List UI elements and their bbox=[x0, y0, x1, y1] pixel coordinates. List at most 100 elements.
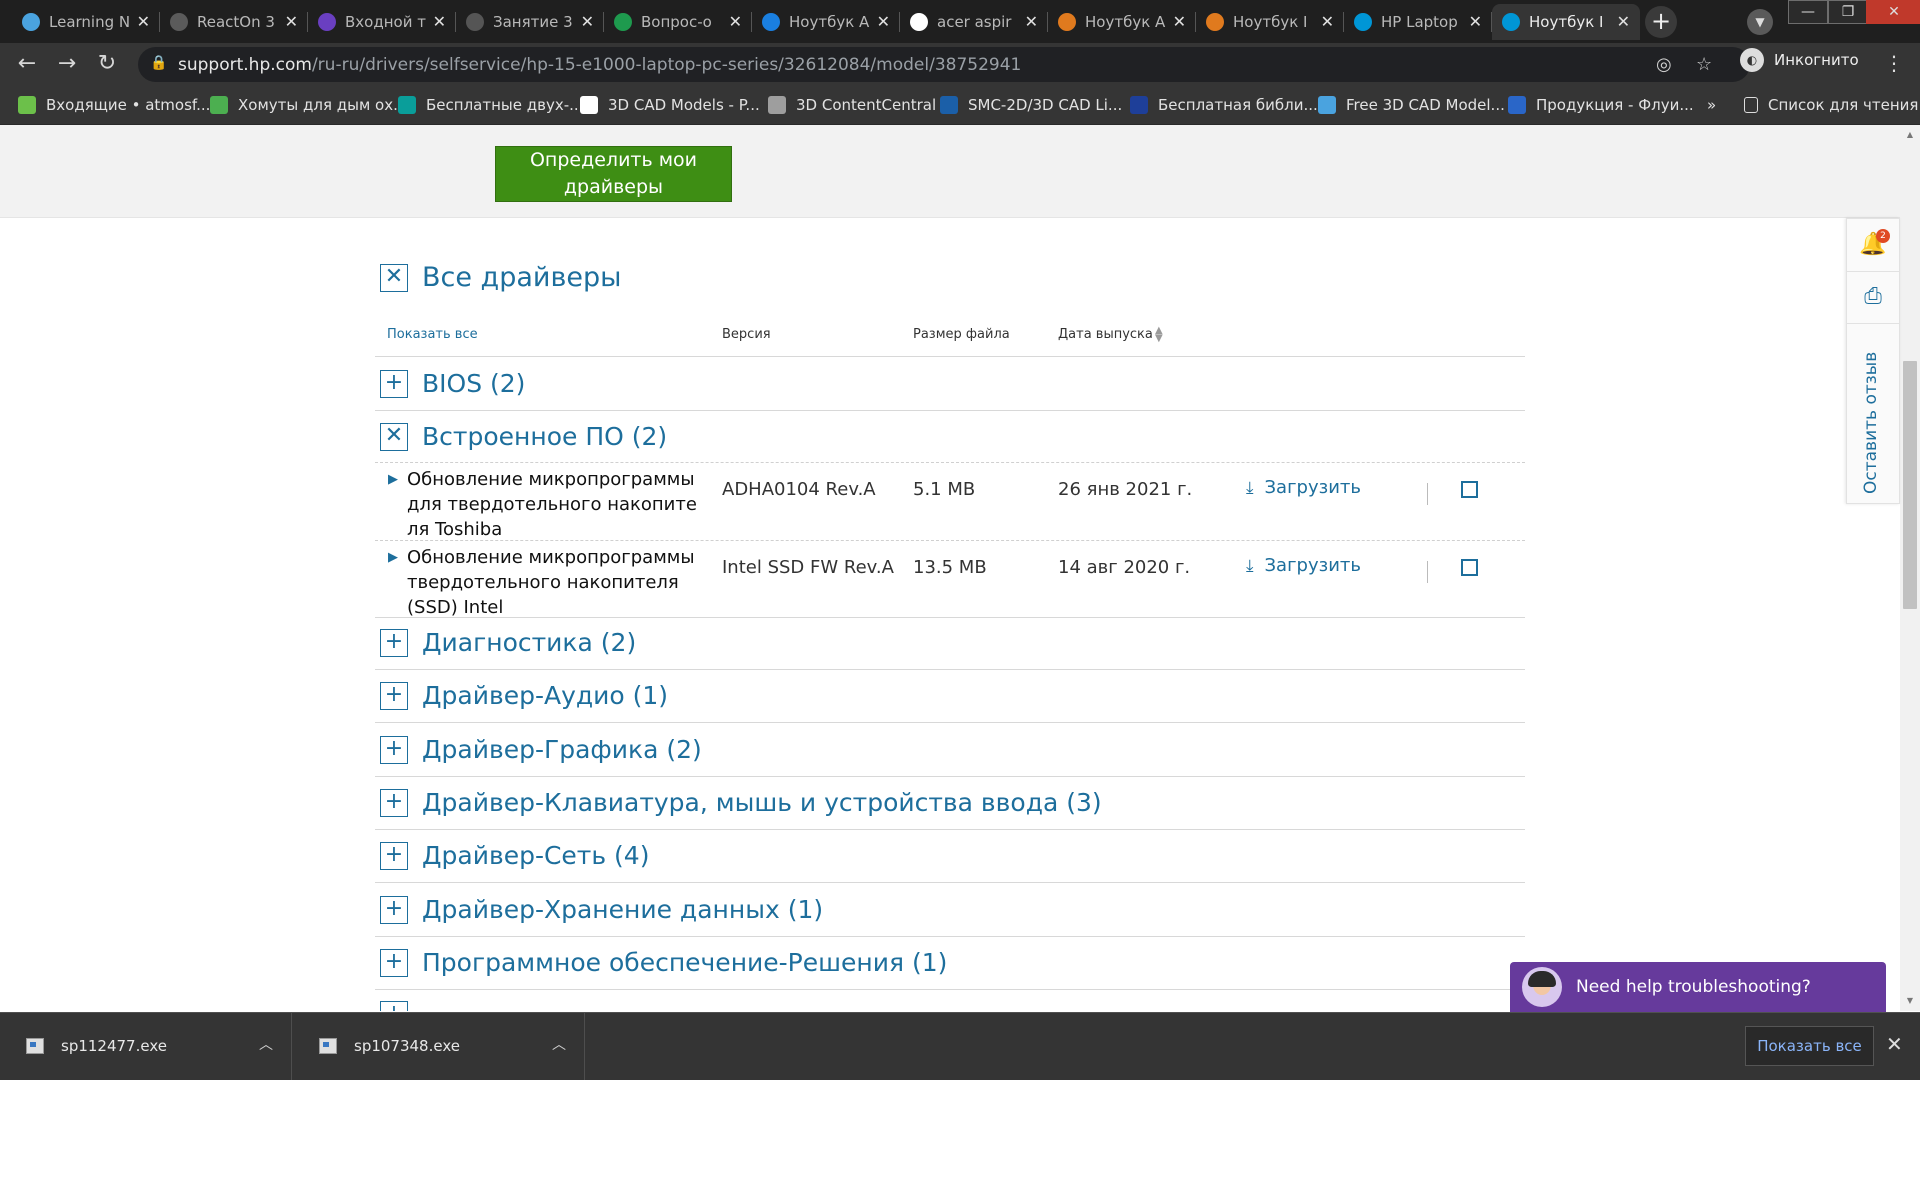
tab-10[interactable]: HP Laptop ✕ bbox=[1344, 4, 1492, 40]
download-item[interactable]: sp112477.exe ︿ bbox=[0, 1013, 292, 1080]
close-tab-icon[interactable]: ✕ bbox=[581, 12, 594, 31]
incognito-icon: ◐ bbox=[1740, 48, 1764, 72]
new-tab-button[interactable]: + bbox=[1645, 6, 1677, 38]
all-drivers-header[interactable]: ✕ Все драйверы bbox=[380, 262, 621, 293]
expand-triangle-icon[interactable]: ▶ bbox=[388, 550, 398, 565]
expand-triangle-icon[interactable]: ▶ bbox=[388, 472, 398, 487]
tab-6[interactable]: Ноутбук A ✕ bbox=[752, 4, 900, 40]
category-row-partial[interactable]: + bbox=[380, 1001, 408, 1011]
print-button[interactable]: ⎙ bbox=[1847, 271, 1899, 324]
select-checkbox[interactable] bbox=[1461, 559, 1478, 576]
bookmark-item[interactable]: Бесплатные двух-... bbox=[398, 95, 583, 115]
tab-2[interactable]: ReactOn 3 ✕ bbox=[160, 4, 308, 40]
reading-list-button[interactable]: Список для чтения bbox=[1744, 95, 1918, 115]
address-bar[interactable]: 🔒 support.hp.com/ru-ru/drivers/selfservi… bbox=[138, 47, 1750, 82]
minimize-button[interactable]: — bbox=[1788, 0, 1828, 24]
close-tab-icon[interactable]: ✕ bbox=[1617, 12, 1630, 31]
close-download-bar-icon[interactable]: ✕ bbox=[1886, 1032, 1903, 1056]
notifications-button[interactable]: 🔔 2 bbox=[1847, 219, 1899, 272]
close-tab-icon[interactable]: ✕ bbox=[137, 12, 150, 31]
scroll-thumb[interactable] bbox=[1903, 361, 1917, 609]
bookmark-item[interactable]: Free 3D CAD Model... bbox=[1318, 95, 1505, 115]
feedback-button[interactable]: Оставить отзыв bbox=[1859, 344, 1887, 494]
expand-icon[interactable]: + bbox=[380, 735, 408, 764]
close-tab-icon[interactable]: ✕ bbox=[1025, 12, 1038, 31]
tab-8[interactable]: Ноутбук A ✕ bbox=[1048, 4, 1196, 40]
collapse-icon[interactable]: ✕ bbox=[380, 422, 408, 451]
incognito-indicator[interactable]: ◐ Инкогнито bbox=[1740, 48, 1859, 72]
sort-icon[interactable]: ▲ ▼ bbox=[1155, 326, 1163, 344]
bookmark-item[interactable]: Входящие • atmosf... bbox=[18, 95, 210, 115]
expand-icon[interactable]: + bbox=[380, 841, 408, 870]
tab-label: Занятие 3 bbox=[493, 13, 573, 31]
detect-drivers-button[interactable]: Определить мои драйверы bbox=[495, 146, 732, 202]
tab-11[interactable]: Ноутбук I ✕ bbox=[1492, 4, 1640, 40]
expand-icon[interactable]: + bbox=[380, 1001, 408, 1011]
category-row[interactable]: + Драйвер-Графика (2) bbox=[380, 735, 702, 764]
more-bookmarks-button[interactable]: » bbox=[1707, 95, 1716, 115]
driver-name[interactable]: Обновление микропрограммы твердотельного… bbox=[407, 545, 697, 620]
close-tab-icon[interactable]: ✕ bbox=[729, 12, 742, 31]
close-tab-icon[interactable]: ✕ bbox=[1173, 12, 1186, 31]
download-link[interactable]: ⤓ Загрузить bbox=[1246, 477, 1361, 498]
category-row[interactable]: + Диагностика (2) bbox=[380, 628, 636, 657]
expand-icon[interactable]: + bbox=[380, 788, 408, 817]
show-all-downloads-button[interactable]: Показать все bbox=[1745, 1026, 1874, 1066]
separator bbox=[1427, 483, 1428, 505]
tab-4[interactable]: Занятие 3 ✕ bbox=[456, 4, 604, 40]
download-item[interactable]: sp107348.exe ︿ bbox=[293, 1013, 585, 1080]
chevron-up-icon[interactable]: ︿ bbox=[552, 1034, 566, 1054]
bookmark-star-icon[interactable]: ☆ bbox=[1696, 54, 1712, 75]
category-row[interactable]: + Драйвер-Аудио (1) bbox=[380, 681, 668, 710]
maximize-button[interactable]: ❐ bbox=[1828, 0, 1868, 24]
driver-name[interactable]: Обновление микропрограммы для твердотель… bbox=[407, 467, 697, 542]
close-tab-icon[interactable]: ✕ bbox=[877, 12, 890, 31]
bookmark-item[interactable]: 3D ContentCentral bbox=[768, 95, 936, 115]
page-scrollbar[interactable]: ▲ ▼ bbox=[1900, 125, 1920, 1011]
tab-label: Вопрос-о bbox=[641, 13, 712, 31]
show-all-link[interactable]: Показать все bbox=[387, 327, 478, 342]
bookmark-label: Бесплатные двух-... bbox=[426, 96, 584, 114]
scroll-down-icon[interactable]: ▼ bbox=[1900, 991, 1920, 1011]
category-firmware[interactable]: ✕ Встроенное ПО (2) bbox=[380, 422, 667, 451]
bookmark-item[interactable]: SMC-2D/3D CAD Li... bbox=[940, 95, 1122, 115]
expand-icon[interactable]: + bbox=[380, 628, 408, 657]
category-row[interactable]: + Драйвер-Клавиатура, мышь и устройства в… bbox=[380, 788, 1102, 817]
back-icon[interactable]: ← bbox=[12, 51, 42, 79]
download-link[interactable]: ⤓ Загрузить bbox=[1246, 555, 1361, 576]
category-row[interactable]: + Драйвер-Сеть (4) bbox=[380, 841, 649, 870]
tab-7[interactable]: acer aspir ✕ bbox=[900, 4, 1048, 40]
bookmark-item[interactable]: Бесплатная библи... bbox=[1130, 95, 1318, 115]
close-tab-icon[interactable]: ✕ bbox=[1469, 12, 1482, 31]
bookmark-item[interactable]: Хомуты для дым ох... bbox=[210, 95, 407, 115]
category-bios[interactable]: + BIOS (2) bbox=[380, 369, 525, 398]
bookmark-item[interactable]: Продукция - Флуи... bbox=[1508, 95, 1694, 115]
chat-widget[interactable]: Need help troubleshooting? bbox=[1510, 962, 1886, 1012]
driver-row: ▶ Обновление микропрограммы твердотельно… bbox=[375, 543, 1525, 619]
tab-9[interactable]: Ноутбук I ✕ bbox=[1196, 4, 1344, 40]
forward-icon[interactable]: → bbox=[52, 51, 82, 79]
chevron-up-icon[interactable]: ︿ bbox=[259, 1034, 273, 1054]
collapse-icon[interactable]: ✕ bbox=[380, 263, 408, 292]
close-tab-icon[interactable]: ✕ bbox=[285, 12, 298, 31]
bookmark-item[interactable]: 3D CAD Models - P... bbox=[580, 95, 760, 115]
expand-icon[interactable]: + bbox=[380, 369, 408, 398]
tab-search-button[interactable]: ▼ bbox=[1747, 9, 1773, 35]
select-checkbox[interactable] bbox=[1461, 481, 1478, 498]
tab-3[interactable]: Входной т ✕ bbox=[308, 4, 456, 40]
expand-icon[interactable]: + bbox=[380, 895, 408, 924]
close-tab-icon[interactable]: ✕ bbox=[433, 12, 446, 31]
scroll-up-icon[interactable]: ▲ bbox=[1900, 125, 1920, 145]
eye-off-icon[interactable]: ◎ bbox=[1656, 54, 1672, 75]
category-row[interactable]: + Драйвер-Хранение данных (1) bbox=[380, 895, 823, 924]
expand-icon[interactable]: + bbox=[380, 948, 408, 977]
reload-icon[interactable]: ↻ bbox=[92, 51, 122, 79]
close-tab-icon[interactable]: ✕ bbox=[1321, 12, 1334, 31]
category-row[interactable]: + Программное обеспечение-Решения (1) bbox=[380, 948, 947, 977]
browser-menu-icon[interactable]: ⋮ bbox=[1884, 51, 1904, 75]
expand-icon[interactable]: + bbox=[380, 681, 408, 710]
tab-1[interactable]: Learning N ✕ bbox=[12, 4, 160, 40]
tab-5[interactable]: Вопрос-о ✕ bbox=[604, 4, 752, 40]
column-date[interactable]: Дата выпуска bbox=[1058, 327, 1153, 342]
window-close-button[interactable]: ✕ bbox=[1866, 0, 1920, 24]
